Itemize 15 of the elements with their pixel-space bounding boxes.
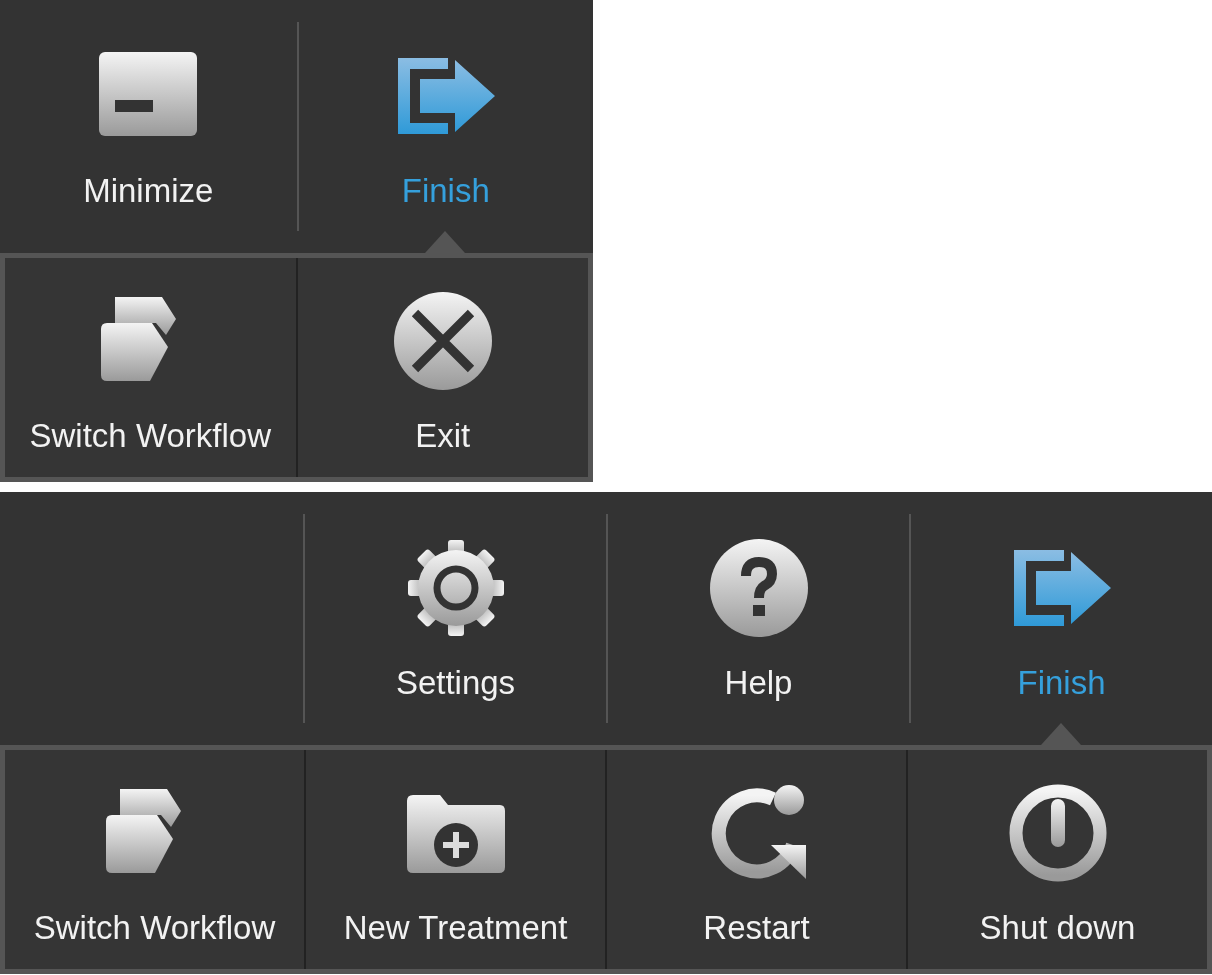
help-icon	[708, 538, 809, 638]
close-icon	[392, 291, 493, 391]
menu-button[interactable]: Exit	[297, 262, 588, 473]
menu-button[interactable]: Shut down	[908, 754, 1207, 965]
power-icon	[1007, 783, 1108, 883]
menu-button[interactable]: Finish	[911, 514, 1212, 723]
menu-button[interactable]: Finish	[298, 22, 593, 231]
menu-button[interactable]: Switch Workflow	[5, 754, 304, 965]
menu-button[interactable]: Switch Workflow	[5, 262, 296, 473]
menu-button[interactable]: Restart	[607, 754, 906, 965]
settings-icon	[405, 538, 506, 638]
menu-button[interactable]: Settings	[305, 514, 606, 723]
menu-button[interactable]: Minimize	[0, 22, 297, 231]
menu-button[interactable]: New Treatment	[306, 754, 605, 965]
menu-button[interactable]: Help	[608, 514, 909, 723]
